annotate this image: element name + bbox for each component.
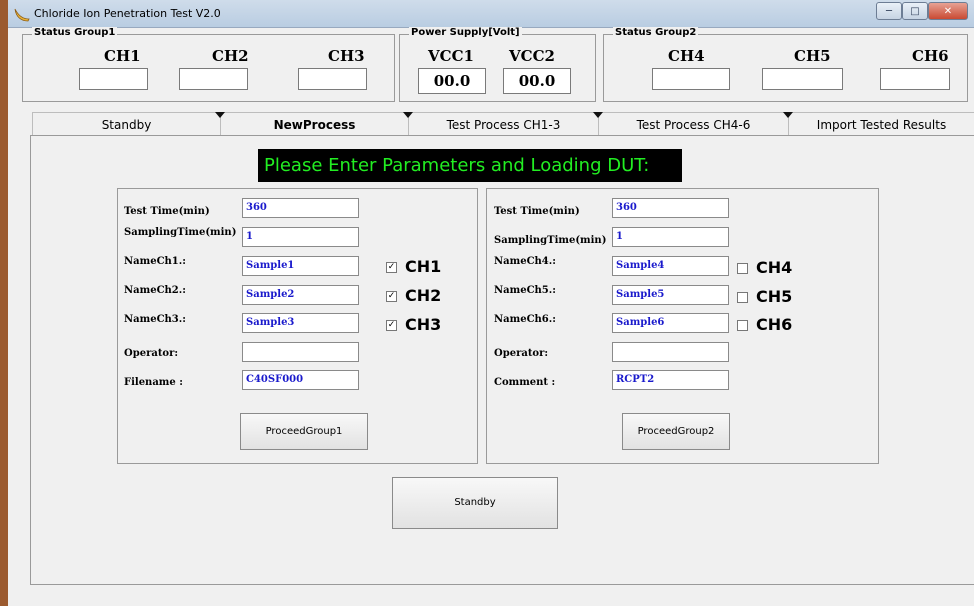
ch6-checkbox[interactable]: CH6 [737, 315, 792, 334]
ch3-status-box [298, 68, 367, 90]
vcc1-label: VCC1 [428, 47, 474, 65]
tab-marker [593, 112, 603, 118]
unchecked-box-icon [737, 320, 748, 331]
vcc1-value: 00.0 [418, 68, 486, 94]
name-ch3-label: NameCh3.: [124, 314, 186, 325]
sampling-time-label-2: SamplingTime(min) [494, 235, 607, 246]
tab-test-process-ch4-6[interactable]: Test Process CH4-6 [598, 112, 788, 136]
unchecked-box-icon [737, 263, 748, 274]
sampling-time-input-1[interactable]: 1 [242, 227, 359, 247]
instruction-banner: Please Enter Parameters and Loading DUT: [258, 149, 682, 182]
check-mark-icon: ✓ [386, 262, 397, 273]
comment-input[interactable]: RCPT2 [612, 370, 729, 390]
name-ch6-input[interactable]: Sample6 [612, 313, 729, 333]
ch1-checkbox-label: CH1 [405, 257, 442, 276]
ch1-status-box [79, 68, 148, 90]
ch6-label: CH6 [912, 47, 949, 65]
tab-marker [403, 112, 413, 118]
test-time-label-2: Test Time(min) [494, 206, 580, 217]
minimize-button[interactable]: ─ [876, 2, 902, 20]
status-group1-legend: Status Group1 [32, 27, 118, 38]
app-icon [14, 8, 30, 22]
check-mark-icon: ✓ [386, 291, 397, 302]
test-time-input-1[interactable]: 360 [242, 198, 359, 218]
sampling-time-input-2[interactable]: 1 [612, 227, 729, 247]
check-mark-icon: ✓ [386, 320, 397, 331]
proceed-group1-button[interactable]: ProceedGroup1 [240, 413, 368, 450]
power-supply-legend: Power Supply[Volt] [409, 27, 522, 38]
tab-marker [215, 112, 225, 118]
window-title: Chloride Ion Penetration Test V2.0 [34, 7, 221, 20]
ch1-checkbox[interactable]: ✓ CH1 [386, 257, 441, 276]
ch4-status-box [652, 68, 730, 90]
operator-label-2: Operator: [494, 348, 549, 359]
vcc2-label: VCC2 [509, 47, 555, 65]
unchecked-box-icon [737, 292, 748, 303]
close-button[interactable]: ✕ [928, 2, 968, 20]
name-ch3-input[interactable]: Sample3 [242, 313, 359, 333]
ch5-status-box [762, 68, 843, 90]
operator-input-2[interactable] [612, 342, 729, 362]
ch4-checkbox[interactable]: CH4 [737, 258, 792, 277]
sampling-time-label-1: SamplingTime(min) [124, 227, 237, 238]
ch5-checkbox-label: CH5 [756, 287, 793, 306]
name-ch1-label: NameCh1.: [124, 256, 186, 267]
maximize-button[interactable]: □ [902, 2, 928, 20]
ch2-checkbox[interactable]: ✓ CH2 [386, 286, 441, 305]
tab-standby[interactable]: Standby [32, 112, 220, 136]
comment-label: Comment : [494, 377, 556, 388]
ch3-checkbox[interactable]: ✓ CH3 [386, 315, 441, 334]
operator-label-1: Operator: [124, 348, 179, 359]
test-time-label-1: Test Time(min) [124, 206, 210, 217]
filename-input[interactable]: C40SF000 [242, 370, 359, 390]
ch6-status-box [880, 68, 950, 90]
ch2-label: CH2 [212, 47, 249, 65]
test-time-input-2[interactable]: 360 [612, 198, 729, 218]
filename-label: Filename : [124, 377, 183, 388]
name-ch6-label: NameCh6.: [494, 314, 556, 325]
name-ch5-label: NameCh5.: [494, 285, 556, 296]
ch1-label: CH1 [104, 47, 141, 65]
name-ch5-input[interactable]: Sample5 [612, 285, 729, 305]
standby-button[interactable]: Standby [392, 477, 558, 529]
vcc2-value: 00.0 [503, 68, 571, 94]
tab-import-tested-results[interactable]: Import Tested Results [788, 112, 974, 136]
status-group2-legend: Status Group2 [613, 27, 699, 38]
ch3-checkbox-label: CH3 [405, 315, 442, 334]
ch2-checkbox-label: CH2 [405, 286, 442, 305]
ch5-label: CH5 [794, 47, 831, 65]
name-ch2-label: NameCh2.: [124, 285, 186, 296]
name-ch2-input[interactable]: Sample2 [242, 285, 359, 305]
name-ch4-label: NameCh4.: [494, 256, 556, 267]
ch4-label: CH4 [668, 47, 705, 65]
operator-input-1[interactable] [242, 342, 359, 362]
tab-test-process-ch1-3[interactable]: Test Process CH1-3 [408, 112, 598, 136]
name-ch4-input[interactable]: Sample4 [612, 256, 729, 276]
proceed-group2-button[interactable]: ProceedGroup2 [622, 413, 730, 450]
name-ch1-input[interactable]: Sample1 [242, 256, 359, 276]
ch6-checkbox-label: CH6 [756, 315, 793, 334]
tab-marker [783, 112, 793, 118]
tab-newprocess[interactable]: NewProcess [220, 112, 408, 136]
ch2-status-box [179, 68, 248, 90]
ch5-checkbox[interactable]: CH5 [737, 287, 792, 306]
left-window-strip [0, 0, 8, 606]
ch4-checkbox-label: CH4 [756, 258, 793, 277]
ch3-label: CH3 [328, 47, 365, 65]
